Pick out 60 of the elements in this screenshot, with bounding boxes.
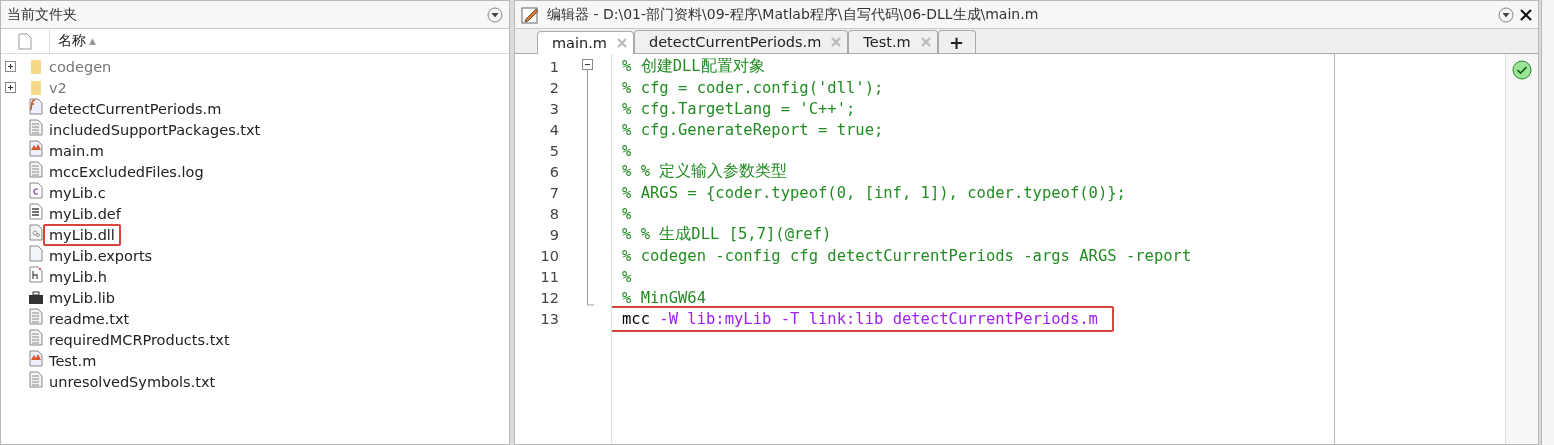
name-column-header[interactable]: 名称 xyxy=(58,32,86,50)
line-number: 13 xyxy=(539,310,559,327)
line-number: 5 xyxy=(548,142,559,159)
file-type-column-icon xyxy=(18,32,32,50)
code-line: % xyxy=(621,140,633,162)
expand-icon[interactable] xyxy=(5,61,16,72)
line-number: 1 xyxy=(548,58,559,75)
editor-tab[interactable]: main.m xyxy=(537,31,634,54)
folder-item[interactable]: codegen xyxy=(43,55,118,78)
file-item[interactable]: myLib.dll xyxy=(43,223,121,246)
sort-indicator: ▲ xyxy=(89,36,96,46)
expand-icon[interactable] xyxy=(5,82,16,93)
panel-menu-icon[interactable] xyxy=(487,6,503,23)
code-line: % cfg.GenerateReport = true; xyxy=(621,119,885,141)
file-item[interactable]: readme.txt xyxy=(43,307,136,330)
code-line: % xyxy=(621,203,633,225)
line-number: 8 xyxy=(548,205,559,222)
briefcase-icon xyxy=(28,290,44,305)
file-item[interactable]: myLib.def xyxy=(43,202,127,225)
collapse-icon[interactable] xyxy=(582,59,593,70)
line-number: 9 xyxy=(548,226,559,243)
code-line: % cfg.TargetLang = 'C++'; xyxy=(621,98,857,120)
folder-icon xyxy=(30,79,42,96)
pencil-icon xyxy=(521,5,541,24)
line-number: 4 xyxy=(548,121,559,138)
file-item[interactable]: requiredMCRProducts.txt xyxy=(43,328,236,351)
line-number: 11 xyxy=(539,268,559,285)
line-number: 2 xyxy=(548,79,559,96)
file-item[interactable]: myLib.exports xyxy=(43,244,159,267)
code-line: % % 生成DLL [5,7](@ref) xyxy=(621,224,833,245)
file-item[interactable]: Test.m xyxy=(43,349,103,372)
file-item[interactable]: mccExcludedFiles.log xyxy=(43,160,210,183)
file-item[interactable]: includedSupportPackages.txt xyxy=(43,118,267,141)
line-number: 3 xyxy=(548,100,559,117)
code-line: % cfg = coder.config('dll'); xyxy=(621,77,885,99)
folder-icon xyxy=(30,58,42,75)
editor-title: 编辑器 - D:\01-部门资料\09-程序\Matlab程序\自写代码\06-DLL生成\main.m xyxy=(547,5,1040,24)
check-icon xyxy=(1512,60,1532,80)
line-number: 6 xyxy=(548,163,559,180)
line-number: 10 xyxy=(539,247,559,264)
line-number: 12 xyxy=(539,289,559,306)
code-line: % 创建DLL配置对象 xyxy=(621,56,766,77)
code-line: % ARGS = {coder.typeof(0, [inf, 1]), coder.typeof(0)}; xyxy=(621,182,1127,204)
new-tab-button[interactable]: + xyxy=(937,30,976,53)
panel-title: 当前文件夹 xyxy=(7,5,78,24)
line-number: 7 xyxy=(548,184,559,201)
code-line: % % 定义输入参数类型 xyxy=(621,161,789,182)
editor-tab[interactable]: Test.m xyxy=(848,30,938,53)
file-item[interactable]: myLib.h xyxy=(43,265,113,288)
code-line: % codegen -config cfg detectCurrentPeriods -args ARGS -report xyxy=(621,245,1193,267)
folder-item[interactable]: v2 xyxy=(43,76,73,99)
close-icon[interactable] xyxy=(1520,8,1532,21)
file-item[interactable]: main.m xyxy=(43,139,110,162)
file-item[interactable]: myLib.lib xyxy=(43,286,121,309)
file-item[interactable]: myLib.c xyxy=(43,181,112,204)
file-item[interactable]: detectCurrentPeriods.m xyxy=(43,97,228,120)
panel-menu-icon[interactable] xyxy=(1498,6,1514,23)
code-line: % xyxy=(621,266,633,288)
file-item[interactable]: unresolvedSymbols.txt xyxy=(43,370,222,393)
editor-tab[interactable]: detectCurrentPeriods.m xyxy=(633,30,849,53)
